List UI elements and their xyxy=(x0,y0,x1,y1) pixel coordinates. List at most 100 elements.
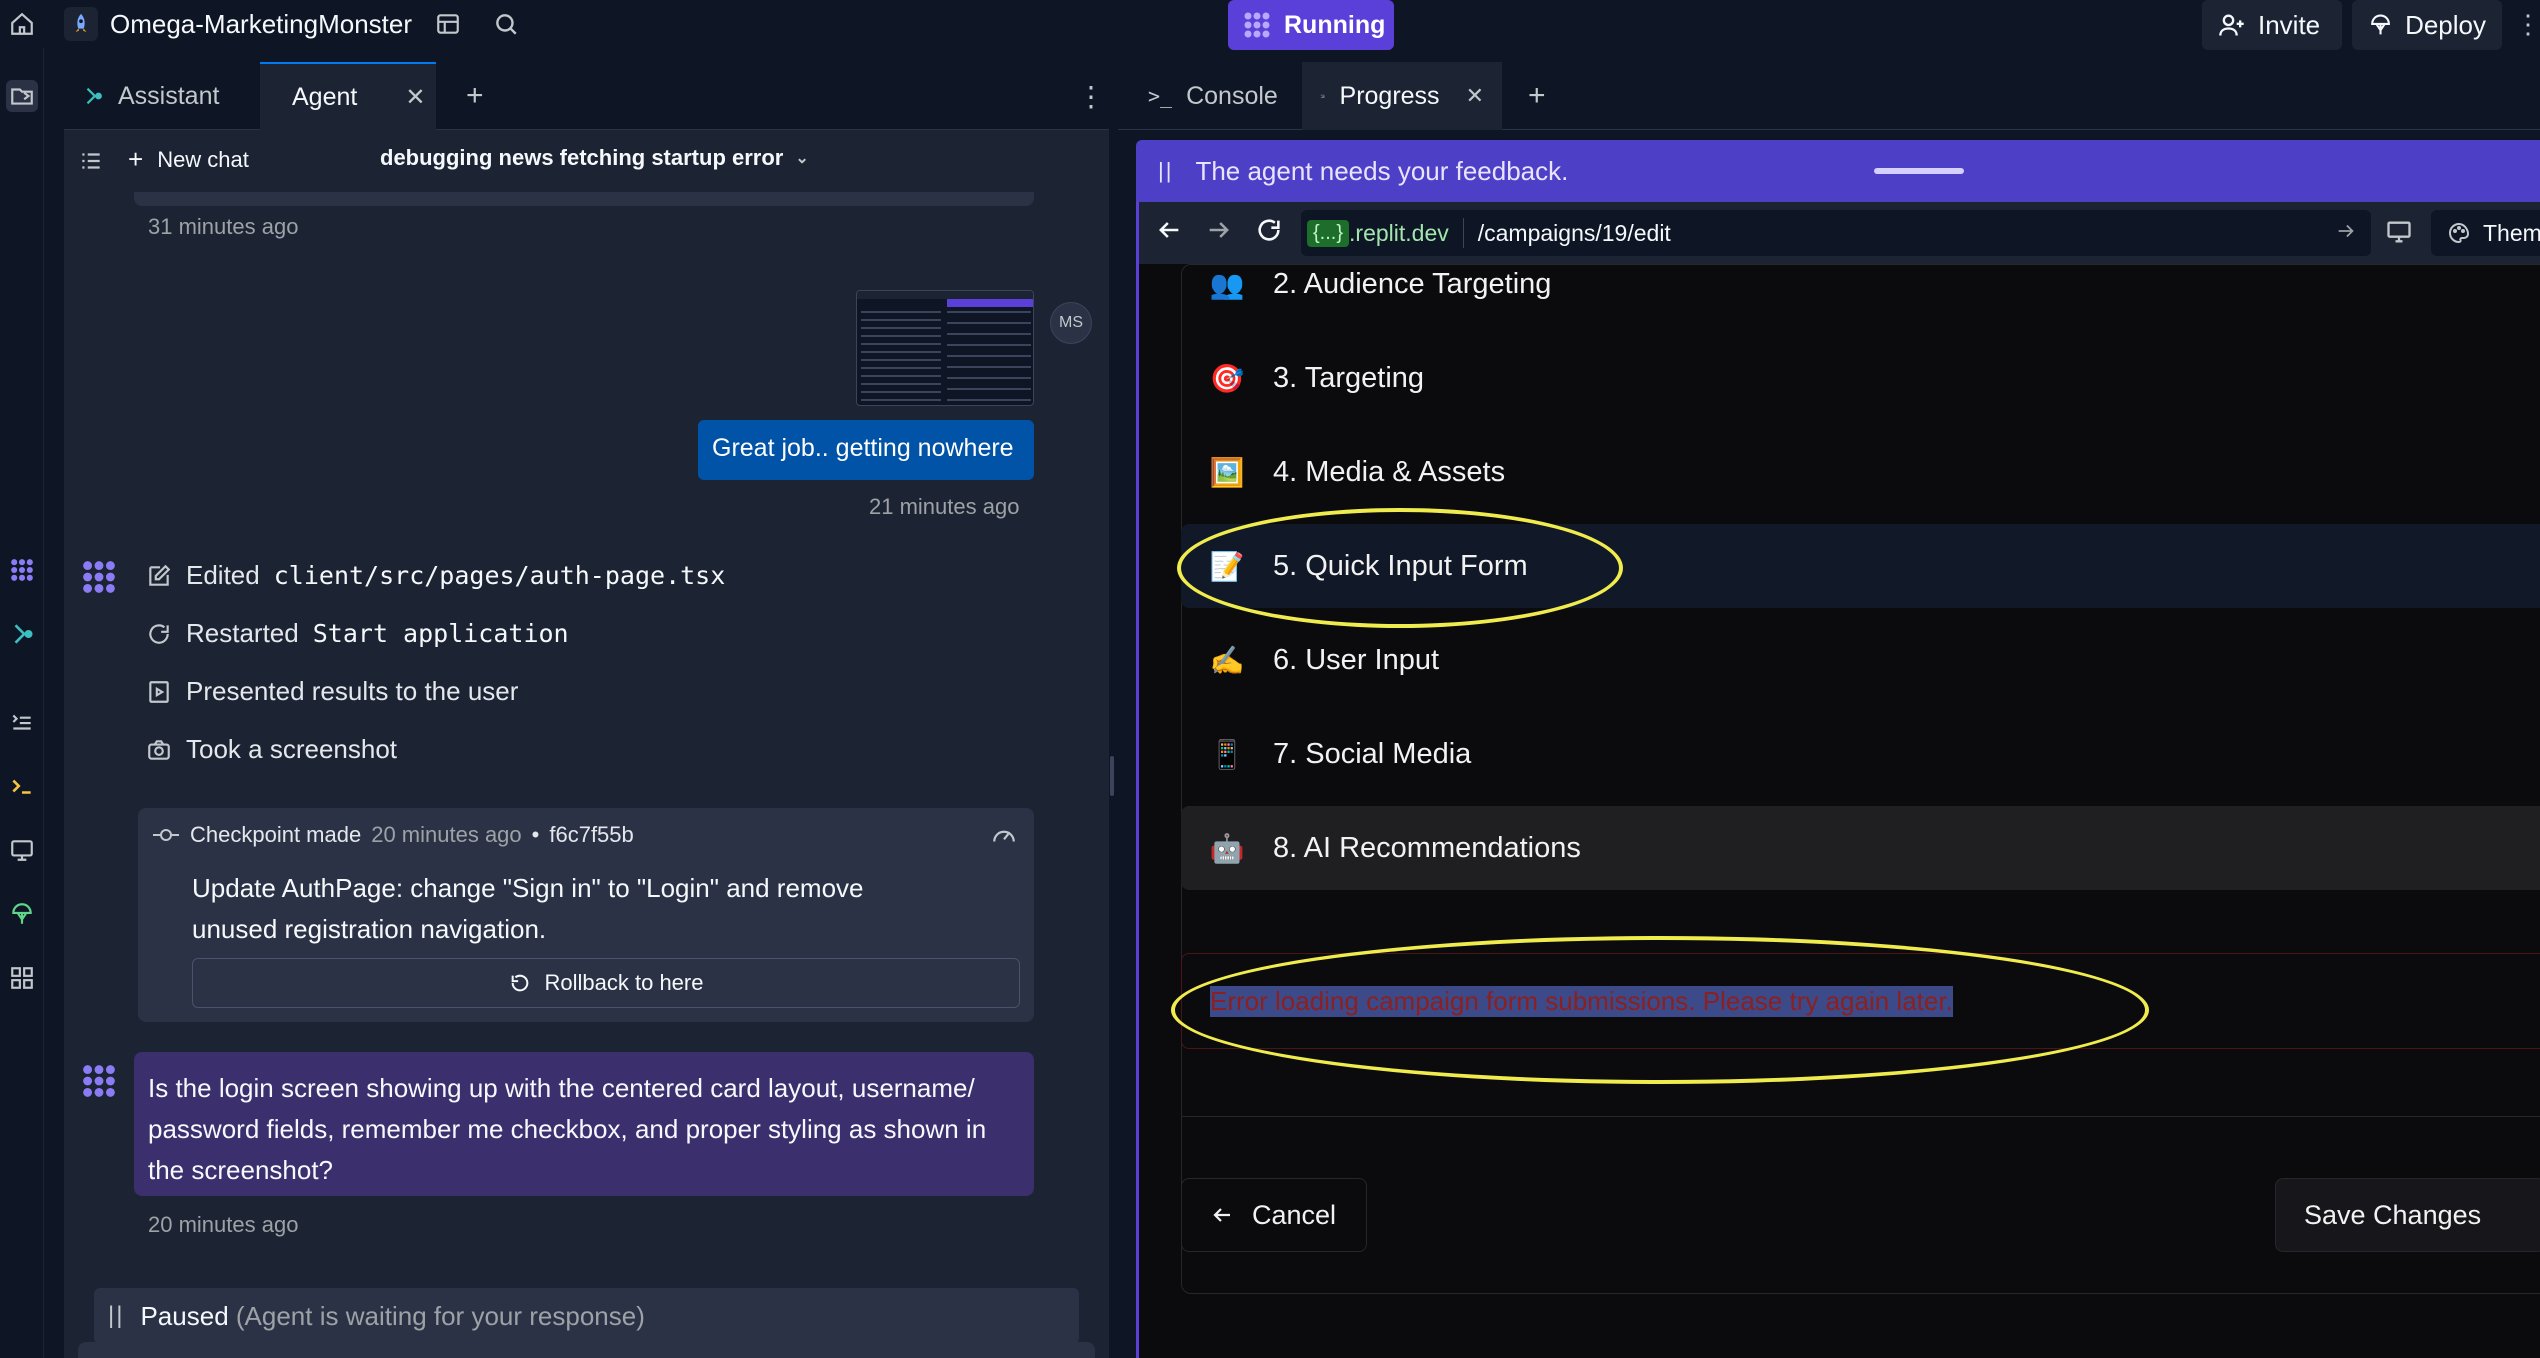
assistant-icon[interactable] xyxy=(6,618,38,650)
undo-icon xyxy=(511,974,528,992)
plus-icon: + xyxy=(128,144,144,174)
close-tab-icon[interactable]: ✕ xyxy=(1466,83,1484,109)
step-social-media[interactable]: 📱 7. Social Media xyxy=(1181,712,2540,796)
search-icon[interactable] xyxy=(492,10,520,38)
step-ai-recommendations[interactable]: 🤖 8. AI Recommendations xyxy=(1181,806,2540,890)
previous-message-edge xyxy=(134,192,1034,206)
step-user-input[interactable]: ✍️ 6. User Input xyxy=(1181,618,2540,702)
running-button[interactable]: Running xyxy=(1228,0,1394,50)
console-icon[interactable] xyxy=(6,770,38,802)
tab-progress[interactable]: Progress ✕ xyxy=(1302,62,1502,130)
commit-hash[interactable]: f6c7f55b xyxy=(549,822,633,848)
avatar[interactable]: MS xyxy=(1050,302,1092,344)
webview-icon[interactable] xyxy=(6,834,38,866)
people-icon: 👥 xyxy=(1209,268,1245,300)
phone-icon: 📱 xyxy=(1209,738,1245,770)
home-icon[interactable] xyxy=(8,10,36,38)
tab-assistant[interactable]: Assistant xyxy=(64,62,260,130)
add-user-icon xyxy=(2219,14,2244,36)
restart-icon xyxy=(149,623,169,644)
edit-icon xyxy=(149,564,171,586)
all-tools-icon[interactable] xyxy=(6,962,38,994)
right-tab-row: >_ Console Progress ✕ + xyxy=(1118,62,2540,130)
database-icon[interactable] xyxy=(434,10,462,38)
campaign-edit-app: 👥 2. Audience Targeting 🎯 3. Targeting 🖼… xyxy=(1139,264,2540,1358)
step-targeting[interactable]: 🎯 3. Targeting xyxy=(1181,336,2540,420)
screenshot-thumbnail[interactable] xyxy=(856,290,1034,406)
add-tab-icon[interactable]: + xyxy=(448,62,502,130)
message-time: 21 minutes ago xyxy=(869,494,1020,519)
agent-avatar-icon xyxy=(80,1062,118,1100)
deploy-icon xyxy=(2371,14,2390,35)
commit-icon xyxy=(153,829,179,841)
chat-title-dropdown[interactable]: debugging news fetching startup error ⌄ xyxy=(380,145,809,171)
left-tab-row: Assistant Agent ✕ + ⋮ xyxy=(64,62,1109,130)
webview: {...} .replit.dev /campaigns/19/edit The… xyxy=(1136,202,2540,1358)
action-presented[interactable]: Presented results to the user xyxy=(146,676,518,707)
highlight-ellipse xyxy=(1171,936,2149,1084)
chat-bar: + New chat debugging news fetching start… xyxy=(64,130,1109,192)
drag-handle[interactable] xyxy=(1874,168,1964,174)
action-restarted[interactable]: Restarted Start application xyxy=(146,618,569,649)
chevron-down-icon: ⌄ xyxy=(795,150,809,167)
agent-avatar-icon xyxy=(80,558,118,596)
add-tab-icon[interactable]: + xyxy=(1510,62,1564,130)
arrow-left-icon xyxy=(1213,1208,1230,1222)
more-icon[interactable]: ⋮ xyxy=(2515,9,2540,39)
files-icon[interactable] xyxy=(6,80,38,112)
left-rail xyxy=(0,48,44,1358)
target-icon: 🎯 xyxy=(1209,362,1245,394)
image-icon: 🖼️ xyxy=(1209,456,1245,488)
step-media-assets[interactable]: 🖼️ 4. Media & Assets xyxy=(1181,430,2540,514)
present-icon xyxy=(149,680,169,703)
deploy-button[interactable]: Deploy xyxy=(2352,0,2502,50)
deployments-icon[interactable] xyxy=(6,898,38,930)
checkpoint-card: Checkpoint made 20 minutes ago • f6c7f55… xyxy=(138,808,1034,1022)
invite-button[interactable]: Invite xyxy=(2202,0,2342,50)
camera-icon xyxy=(148,739,170,760)
checkpoint-description: Update AuthPage: change "Sign in" to "Lo… xyxy=(192,873,864,944)
divider xyxy=(1181,1116,2540,1117)
agent-message-bubble: Is the login screen showing up with the … xyxy=(134,1052,1034,1196)
agent-icon[interactable] xyxy=(6,554,38,586)
speedometer-icon[interactable] xyxy=(990,822,1018,848)
open-arrow-icon[interactable] xyxy=(2335,220,2357,242)
console-icon: >_ xyxy=(1148,84,1173,108)
message-time: 31 minutes ago xyxy=(148,214,299,239)
close-tab-icon[interactable]: ✕ xyxy=(405,83,425,112)
paused-banner: || Paused (Agent is waiting for your res… xyxy=(94,1288,1079,1344)
action-edited[interactable]: Edited client/src/pages/auth-page.tsx xyxy=(146,560,725,591)
project-name[interactable]: Omega-MarketingMonster xyxy=(110,9,412,40)
save-changes-button[interactable]: Save Changes xyxy=(2275,1178,2540,1252)
pause-icon[interactable]: || xyxy=(108,1302,124,1330)
new-chat-button[interactable]: + New chat xyxy=(128,144,249,175)
cancel-button[interactable]: Cancel xyxy=(1181,1178,1367,1252)
agent-pane: Assistant Agent ✕ + ⋮ + New chat debuggi… xyxy=(64,62,1109,1358)
progress-icon xyxy=(1320,94,1325,98)
action-screenshot[interactable]: Took a screenshot xyxy=(146,734,397,765)
pause-icon: || xyxy=(1158,158,1174,183)
preview-pane: >_ Console Progress ✕ + || The agent nee… xyxy=(1118,62,2540,1358)
highlight-ellipse xyxy=(1177,508,1623,628)
progress-icon[interactable] xyxy=(6,706,38,738)
writing-hand-icon: ✍️ xyxy=(1209,644,1245,676)
step-audience-targeting[interactable]: 👥 2. Audience Targeting xyxy=(1181,242,2540,326)
checkpoint-header: Checkpoint made 20 minutes ago • f6c7f55… xyxy=(152,822,634,848)
tab-console[interactable]: >_ Console xyxy=(1130,62,1310,130)
assistant-icon xyxy=(86,87,102,105)
feedback-banner: || The agent needs your feedback. xyxy=(1136,140,2540,202)
message-time: 20 minutes ago xyxy=(148,1212,299,1237)
pane-resize-handle[interactable] xyxy=(1110,756,1114,796)
forward-icon[interactable] xyxy=(1205,216,1233,244)
tab-agent[interactable]: Agent ✕ xyxy=(260,62,436,130)
project-logo-icon[interactable] xyxy=(64,7,98,41)
rollback-button[interactable]: Rollback to here xyxy=(192,958,1020,1008)
running-label: Running xyxy=(1284,10,1386,39)
chat-list-icon[interactable] xyxy=(78,148,104,174)
back-icon[interactable] xyxy=(1155,216,1183,244)
top-bar: Omega-MarketingMonster Running Invite De… xyxy=(0,0,2540,50)
pane-menu-icon[interactable]: ⋮ xyxy=(1059,62,1109,130)
reload-icon[interactable] xyxy=(1255,216,1283,244)
chat-input-edge xyxy=(78,1342,1095,1358)
agent-logo-icon xyxy=(1244,12,1270,38)
